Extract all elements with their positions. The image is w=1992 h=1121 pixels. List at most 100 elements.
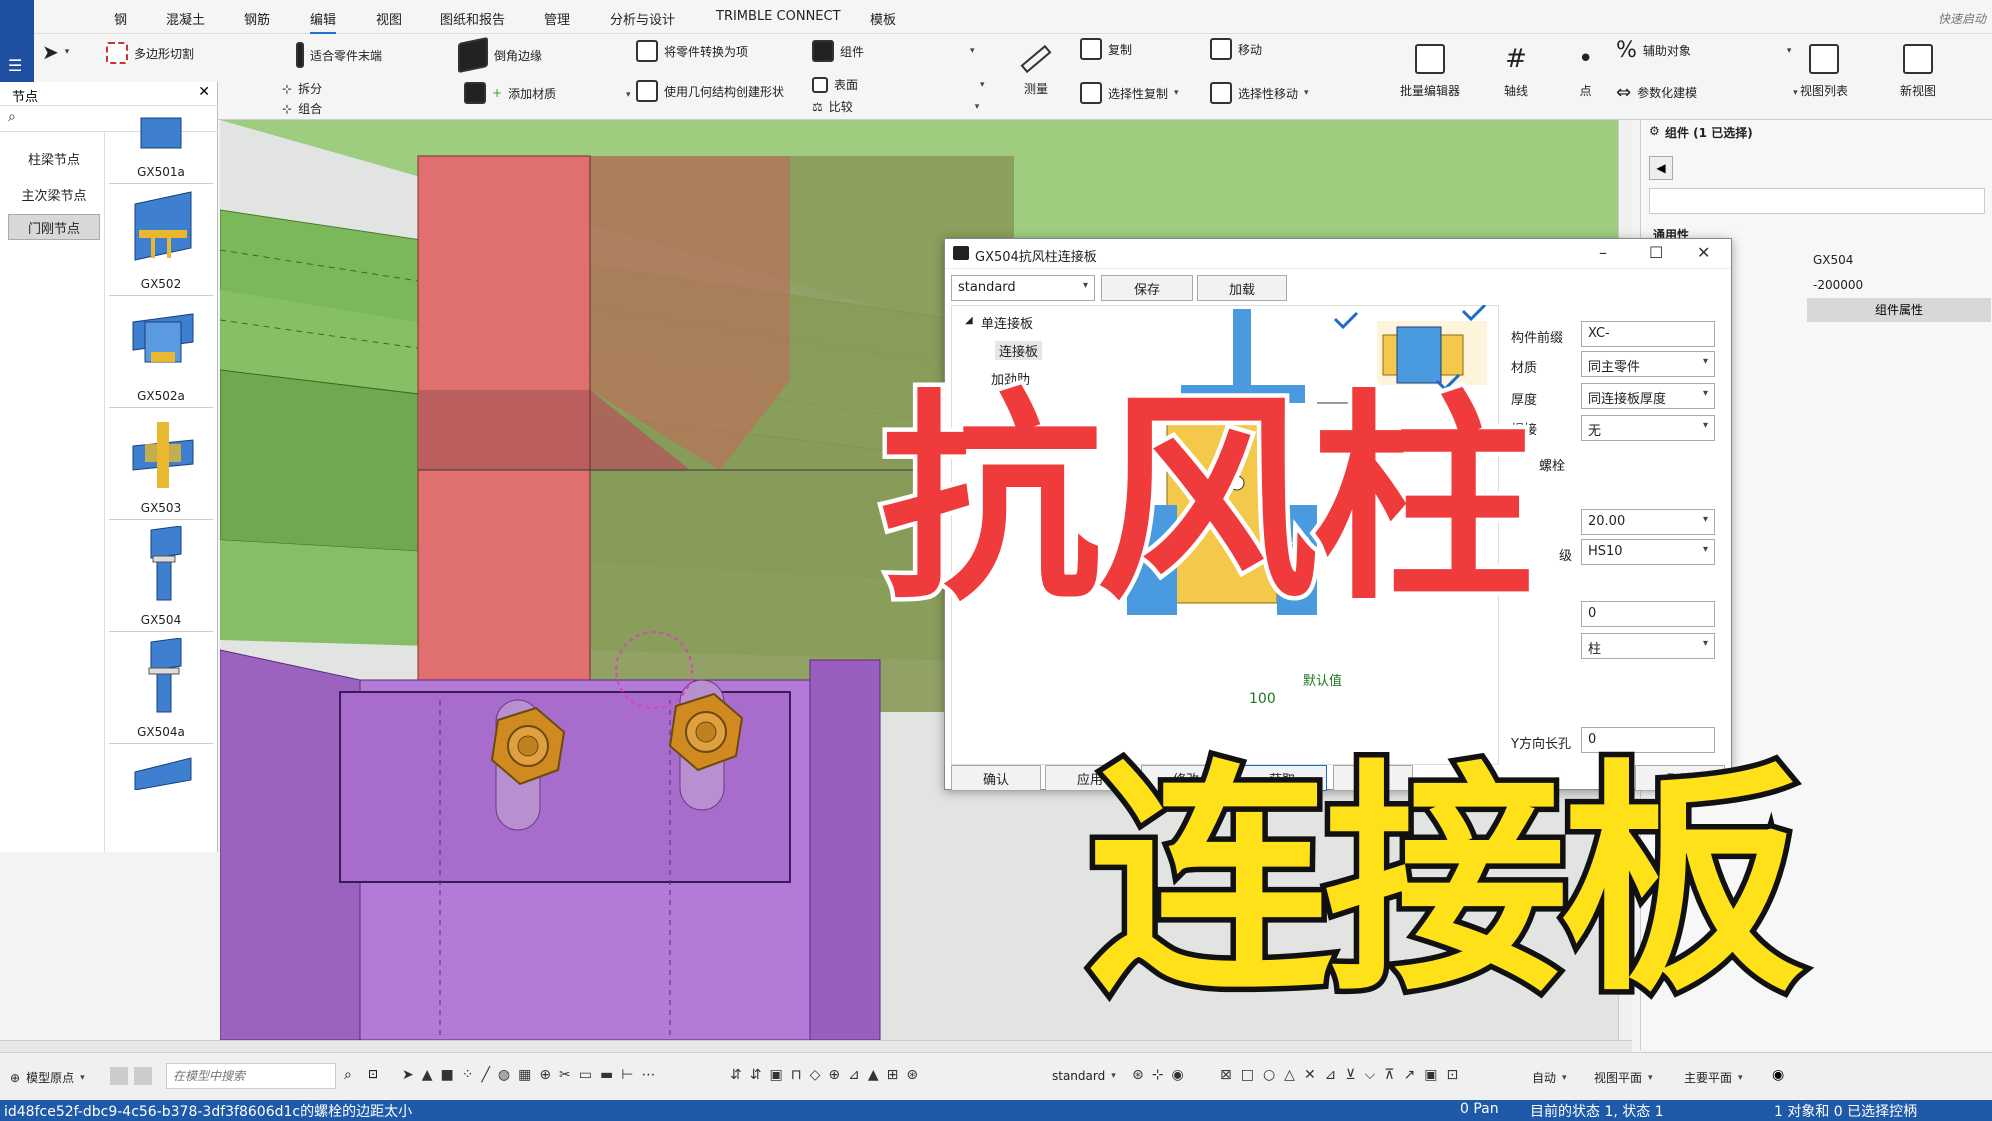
menu-analysis-design[interactable]: 分析与设计 (610, 9, 675, 28)
tree-item-plate[interactable]: 连接板 (995, 341, 1043, 360)
polygon-cut-button[interactable]: 多边形切割 (106, 42, 194, 64)
menu-view[interactable]: 视图 (376, 9, 402, 28)
component-icon (812, 40, 834, 62)
create-shape-icon (636, 80, 658, 102)
batch-editor-button[interactable]: 批量编辑器 (1400, 44, 1460, 99)
category-column-beam[interactable]: 柱梁节点 (8, 142, 100, 174)
compare-button[interactable]: ⚖ 比较 ▾ (812, 98, 979, 115)
selective-copy-button[interactable]: 选择性复制 ▾ (1080, 82, 1179, 104)
load-button[interactable]: 加载 (1197, 275, 1287, 301)
batch-editor-icon (1415, 44, 1445, 74)
panel-icon[interactable] (134, 1067, 152, 1085)
axis-button[interactable]: # 轴线 (1504, 44, 1528, 99)
node-thumb-gx503[interactable]: GX503 (109, 408, 213, 520)
node-thumb-gx502a[interactable]: GX502a (109, 296, 213, 408)
bolt-grade-select[interactable]: HS10 ▾ (1581, 539, 1715, 565)
category-main-secondary-beam[interactable]: 主次梁节点 (8, 178, 100, 210)
view-plane-dropdown[interactable]: 视图平面 ▾ (1594, 1069, 1653, 1086)
search-icon: ⌕ (8, 109, 16, 125)
horizontal-scrollbar[interactable] (0, 1040, 1632, 1052)
dialog-title: GX504抗风柱连接板 (975, 250, 1097, 265)
search-icon[interactable]: ⌕ (344, 1067, 352, 1083)
save-button[interactable]: 保存 (1101, 275, 1193, 301)
weld-select[interactable]: 无 ▾ (1581, 415, 1715, 441)
gx502a-icon (132, 313, 194, 363)
tree-expand-icon[interactable]: ◢ (965, 315, 973, 326)
node-thumb-next[interactable] (109, 744, 213, 856)
create-shape-button[interactable]: 使用几何结构创建形状 (636, 80, 784, 102)
thickness-select[interactable]: 同连接板厚度 ▾ (1581, 383, 1715, 409)
back-button[interactable]: ◀ (1649, 156, 1673, 180)
dim-100-label: 100 (1249, 691, 1276, 707)
hamburger-icon[interactable]: ☰ (8, 56, 22, 75)
convert-part-button[interactable]: 将零件转换为项 (636, 40, 748, 62)
component-attributes-button[interactable]: 组件属性 (1807, 298, 1991, 322)
snap-tools-row[interactable]: ➤▲■⁘╱◍▦⊕✂▭▬⊢⋯ (402, 1067, 663, 1083)
selective-move-button[interactable]: 选择性移动 ▾ (1210, 82, 1309, 104)
node-next-icon (134, 757, 192, 790)
tree-root-single-plate[interactable]: 单连接板 (981, 313, 1033, 332)
gx504a-icon (148, 638, 182, 713)
material-select[interactable]: 同主零件 ▾ (1581, 351, 1715, 377)
model-origin-dropdown[interactable]: ⊕ 模型原点 ▾ (10, 1069, 85, 1086)
preset-select[interactable]: standard ▾ (951, 275, 1095, 301)
param-icon: ⇔ (1616, 82, 1632, 103)
view-tools-row[interactable]: ⊛⊹◉ (1132, 1067, 1192, 1083)
gx503-icon (132, 422, 194, 488)
preset-dropdown[interactable]: standard ▾ (1052, 1069, 1116, 1083)
bolt-zero-input[interactable]: 0 (1581, 601, 1715, 627)
node-thumb-gx502[interactable]: GX502 (109, 184, 213, 296)
new-view-button[interactable]: 新视图 (1900, 44, 1936, 99)
maximize-icon[interactable]: ☐ (1649, 243, 1663, 262)
split-button[interactable]: ⊹ 拆分 (282, 80, 322, 97)
param-model-button[interactable]: ⇔ 参数化建模 ▾ (1616, 82, 1798, 103)
layout-icon[interactable] (110, 1067, 128, 1085)
part-prefix-input[interactable]: XC- (1581, 321, 1715, 347)
menu-manage[interactable]: 管理 (544, 9, 570, 28)
close-dialog-icon[interactable]: ✕ (1697, 243, 1710, 262)
view-list-button[interactable]: 视图列表 (1800, 44, 1848, 99)
combine-button[interactable]: ⊹ 组合 (282, 100, 322, 117)
auto-dropdown[interactable]: 自动 ▾ (1532, 1069, 1567, 1086)
point-button[interactable]: • 点 (1578, 44, 1593, 99)
thumbnail-list: GX501a GX502 GX502a GX503 GX504 GX504a (104, 117, 216, 852)
menu-template[interactable]: 模板 (870, 9, 896, 28)
select-tools-row[interactable]: ⇵⇵▣⊓◇⊕⊿▲⊞⊛ (730, 1067, 926, 1083)
node-thumb-gx504a[interactable]: GX504a (109, 632, 213, 744)
menu-edit[interactable]: 编辑 (310, 9, 337, 34)
dialog-titlebar[interactable]: GX504抗风柱连接板 – ☐ ✕ (945, 239, 1731, 269)
add-material-dropdown[interactable]: ▾ (626, 90, 631, 100)
menu-concrete[interactable]: 混凝土 (166, 9, 205, 28)
menu-trimble-connect[interactable]: TRIMBLE CONNECT (716, 9, 841, 24)
zoom-icon[interactable]: ⊡ (368, 1067, 378, 1081)
node-thumb-gx504[interactable]: GX504 (109, 520, 213, 632)
menu-drawings-reports[interactable]: 图纸和报告 (440, 9, 505, 28)
bolt-target-select[interactable]: 柱 ▾ (1581, 633, 1715, 659)
component-button[interactable]: 组件 ▾ (812, 40, 975, 62)
add-material-button[interactable]: + 添加材质 (464, 82, 556, 104)
move-button[interactable]: 移动 (1210, 38, 1262, 60)
split-icon: ⊹ (282, 81, 293, 96)
node-thumb-gx501a[interactable]: GX501a (109, 72, 213, 184)
minimize-icon[interactable]: – (1599, 243, 1607, 262)
menu-steel[interactable]: 钢 (114, 9, 127, 28)
quick-launch[interactable]: 快速启动 (1938, 10, 1986, 27)
main-plane-dropdown[interactable]: 主要平面 ▾ (1684, 1069, 1743, 1086)
measure-button[interactable]: 测量 (1020, 44, 1052, 97)
properties-filter-input[interactable] (1649, 188, 1985, 214)
surface-button[interactable]: 表面 ▾ (812, 76, 985, 93)
aux-object-button[interactable]: % 辅助对象 ▾ (1616, 38, 1791, 63)
shape-tools-row[interactable]: ⊠□○△✕⊿⊻⌵⊼↗▣⊡ (1220, 1067, 1467, 1083)
add-material-icon (464, 82, 486, 104)
eye-icon[interactable]: ◉ (1772, 1067, 1784, 1083)
fit-part-end-button[interactable]: 适合零件末端 (296, 42, 382, 68)
menu-rebar[interactable]: 钢筋 (244, 9, 270, 28)
ok-button[interactable]: 确认 (951, 765, 1041, 791)
category-portal-frame[interactable]: 门刚节点 (8, 214, 100, 240)
chamfer-edge-button[interactable]: 倒角边缘 (458, 36, 542, 74)
copy-button[interactable]: 复制 (1080, 38, 1132, 60)
status-bar: id48fce52f-dbc9-4c56-b378-3df3f8606d1c的螺… (0, 1100, 1992, 1121)
model-search-input[interactable] (166, 1063, 336, 1089)
bolt-size-select[interactable]: 20.00 ▾ (1581, 509, 1715, 535)
select-tool[interactable]: ➤ ▾ (42, 40, 69, 64)
